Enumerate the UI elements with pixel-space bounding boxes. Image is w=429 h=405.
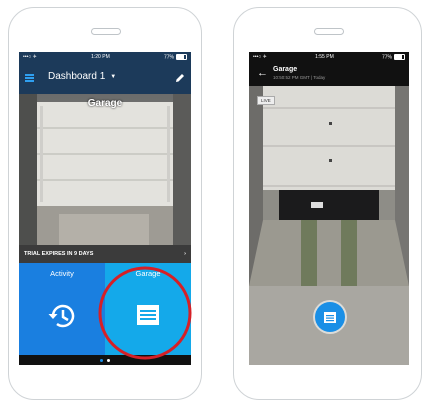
- right-phone-speaker: [314, 28, 344, 35]
- garage-toggle-button[interactable]: [315, 302, 345, 332]
- camera-timestamp: 10:50:52 PM GMT | Today: [273, 75, 326, 80]
- camera-label: Garage: [87, 98, 123, 109]
- edit-pencil-icon[interactable]: [175, 73, 185, 83]
- history-icon: [48, 304, 75, 328]
- battery-icon: [176, 53, 187, 60]
- app-header: Dashboard 1 ▼: [19, 62, 191, 94]
- battery-icon: [394, 53, 405, 60]
- highlight-circle: [98, 266, 192, 360]
- activity-tile-label: Activity: [50, 269, 74, 278]
- camera-header: ← Garage 10:50:52 PM GMT | Today: [249, 62, 409, 86]
- status-battery: 77%: [382, 53, 405, 60]
- camera-title: Garage: [273, 66, 298, 73]
- trial-text: TRIAL EXPIRES IN 9 DAYS: [24, 251, 94, 257]
- live-camera-view[interactable]: LIVE: [249, 86, 409, 365]
- dashboard-selector[interactable]: Dashboard 1 ▼: [48, 71, 116, 82]
- chevron-right-icon: ›: [184, 251, 186, 257]
- chevron-down-icon: ▼: [110, 73, 117, 80]
- status-bar: •••○ ✈ 1:55 PM 77%: [249, 52, 409, 62]
- back-arrow-icon[interactable]: ←: [257, 67, 268, 79]
- status-bar: •••○ ✈ 1:20 PM 77%: [19, 52, 191, 62]
- left-phone-speaker: [91, 28, 121, 35]
- dashboard-title: Dashboard 1: [48, 71, 106, 82]
- status-carrier: •••○ ✈: [253, 54, 267, 60]
- garage-door-image: [19, 94, 191, 245]
- activity-tile[interactable]: Activity: [19, 263, 105, 355]
- status-time: 1:55 PM: [315, 54, 334, 60]
- garage-door-icon: [324, 312, 336, 323]
- right-phone-frame: •••○ ✈ 1:55 PM 77% ← Garage 10:50:52 PM …: [233, 7, 422, 400]
- status-time: 1:20 PM: [91, 54, 110, 60]
- trial-banner[interactable]: TRIAL EXPIRES IN 9 DAYS ›: [19, 245, 191, 263]
- status-battery: 77%: [164, 53, 187, 60]
- hamburger-menu-icon[interactable]: [25, 74, 34, 82]
- status-carrier: •••○ ✈: [23, 54, 37, 60]
- camera-thumbnail[interactable]: Garage: [19, 94, 191, 245]
- right-phone-screen: •••○ ✈ 1:55 PM 77% ← Garage 10:50:52 PM …: [249, 52, 409, 365]
- live-badge: LIVE: [257, 96, 275, 105]
